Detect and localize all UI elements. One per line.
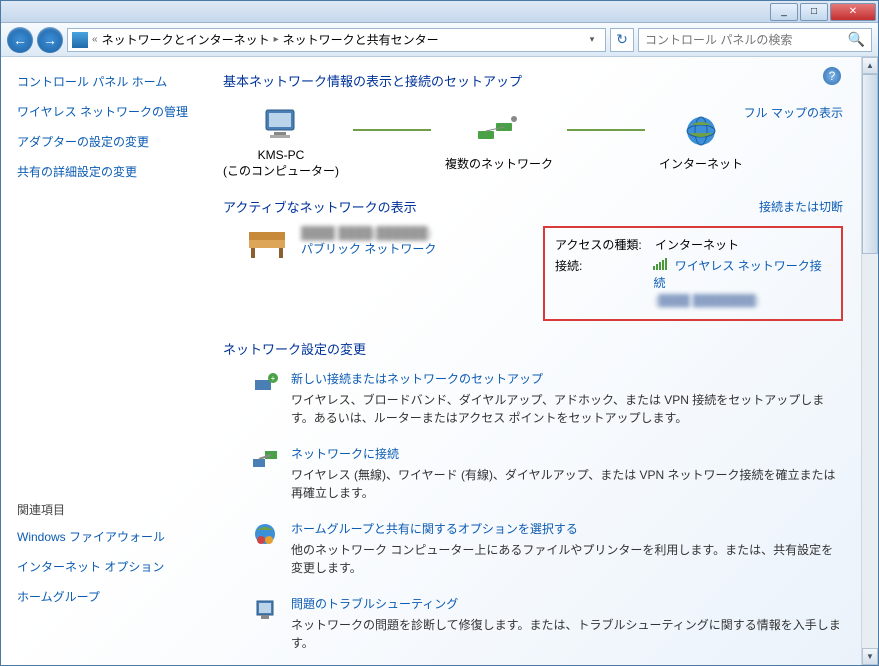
help-icon[interactable]: ? — [823, 67, 841, 85]
public-network-link[interactable]: パブリック ネットワーク — [301, 242, 436, 256]
breadcrumb-prefix: « — [92, 34, 98, 45]
setting-new-connection: + 新しい接続またはネットワークのセットアップ ワイヤレス、ブロードバンド、ダイ… — [251, 370, 843, 427]
search-box[interactable]: 🔍 — [638, 28, 872, 52]
body-area: コントロール パネル ホーム ワイヤレス ネットワークの管理 アダプターの設定の… — [1, 57, 878, 665]
sidebar-home[interactable]: コントロール パネル ホーム — [17, 73, 203, 91]
titlebar: _ □ ✕ — [1, 1, 878, 23]
sidebar-sharing[interactable]: 共有の詳細設定の変更 — [17, 163, 203, 181]
window: _ □ ✕ ← → « ネットワークとインターネット ▸ ネットワークと共有セン… — [0, 0, 879, 666]
access-type-value: インターネット — [655, 236, 739, 253]
search-input[interactable] — [645, 33, 848, 47]
node1-sub: (このコンピューター) — [223, 162, 339, 179]
full-map-link[interactable]: フル マップの表示 — [744, 104, 843, 121]
setting-link[interactable]: 新しい接続またはネットワークのセットアップ — [291, 372, 543, 386]
sidebar-homegroup[interactable]: ホームグループ — [17, 588, 203, 606]
sidebar-firewall[interactable]: Windows ファイアウォール — [17, 528, 203, 546]
settings-list: + 新しい接続またはネットワークのセットアップ ワイヤレス、ブロードバンド、ダイ… — [223, 370, 843, 652]
active-network-row: ████ ████(██████) パブリック ネットワーク アクセスの種類: … — [223, 226, 843, 321]
scroll-track[interactable] — [862, 254, 878, 648]
connector-1 — [353, 129, 431, 131]
ssid-blurred: (████ ████████) — [655, 295, 759, 307]
heading-network-settings: ネットワーク設定の変更 — [223, 339, 843, 358]
new-connection-icon: + — [251, 370, 279, 398]
scroll-down-button[interactable]: ▼ — [862, 648, 878, 665]
setting-link[interactable]: ホームグループと共有に関するオプションを選択する — [291, 522, 578, 536]
connect-network-icon — [251, 445, 279, 473]
networks-icon — [474, 111, 524, 151]
map-node-this-pc[interactable]: KMS-PC (このコンピューター) — [223, 104, 339, 179]
connector-2 — [567, 129, 645, 131]
setting-troubleshoot: 問題のトラブルシューティング ネットワークの問題を診断して修復します。または、ト… — [251, 595, 843, 652]
sidebar: コントロール パネル ホーム ワイヤレス ネットワークの管理 アダプターの設定の… — [1, 57, 213, 665]
wireless-connection-link[interactable]: ワイヤレス ネットワーク接続 — [653, 259, 821, 290]
internet-icon — [676, 111, 726, 151]
breadcrumb-arrow: ▸ — [274, 34, 279, 45]
network-name-blurred: ████ ████(██████) — [301, 226, 436, 240]
scrollbar[interactable]: ▲ ▼ — [861, 57, 878, 665]
node3-name: インターネット — [659, 155, 743, 172]
setting-desc: ワイヤレス (無線)、ワイヤード (有線)、ダイヤルアップ、または VPN ネッ… — [291, 466, 843, 502]
node1-name: KMS-PC — [223, 148, 339, 162]
breadcrumb-current[interactable]: ネットワークと共有センター — [283, 31, 439, 48]
map-node-internet[interactable]: インターネット — [659, 111, 743, 172]
breadcrumb-parent[interactable]: ネットワークとインターネット — [102, 31, 270, 48]
connect-disconnect-link[interactable]: 接続または切断 — [759, 198, 843, 215]
maximize-button[interactable]: □ — [800, 3, 828, 21]
connection-info-box: アクセスの種類: インターネット 接続: ワイヤレス ネットワーク接続 (███… — [543, 226, 843, 321]
main-content: ? 基本ネットワーク情報の表示と接続のセットアップ KMS-PC (このコンピュ… — [213, 57, 861, 665]
close-button[interactable]: ✕ — [830, 3, 876, 21]
setting-desc: ワイヤレス、ブロードバンド、ダイヤルアップ、アドホック、または VPN 接続をセ… — [291, 391, 843, 427]
bench-icon — [243, 226, 291, 262]
connection-label: 接続: — [555, 257, 653, 291]
access-type-label: アクセスの種類: — [555, 236, 655, 253]
signal-icon — [653, 258, 667, 270]
map-node-networks[interactable]: 複数のネットワーク — [445, 111, 553, 172]
navbar: ← → « ネットワークとインターネット ▸ ネットワークと共有センター ▾ ↻… — [1, 23, 878, 57]
forward-button[interactable]: → — [37, 27, 63, 53]
homegroup-icon — [251, 520, 279, 548]
active-network-block: ████ ████(██████) パブリック ネットワーク — [243, 226, 436, 262]
sidebar-adapter[interactable]: アダプターの設定の変更 — [17, 133, 203, 151]
sidebar-inetopt[interactable]: インターネット オプション — [17, 558, 203, 576]
setting-desc: ネットワークの問題を診断して修復します。または、トラブルシューティングに関する情… — [291, 616, 843, 652]
refresh-button[interactable]: ↻ — [610, 28, 634, 52]
back-button[interactable]: ← — [7, 27, 33, 53]
heading-active-networks: アクティブなネットワークの表示 接続または切断 — [223, 197, 843, 216]
heading-basic-info: 基本ネットワーク情報の表示と接続のセットアップ — [223, 71, 843, 90]
control-panel-icon — [72, 32, 88, 48]
svg-text:+: + — [271, 374, 276, 383]
related-header: 関連項目 — [17, 501, 203, 518]
setting-link[interactable]: 問題のトラブルシューティング — [291, 597, 458, 611]
troubleshoot-icon — [251, 595, 279, 623]
setting-connect-network: ネットワークに接続 ワイヤレス (無線)、ワイヤード (有線)、ダイヤルアップ、… — [251, 445, 843, 502]
sidebar-wireless[interactable]: ワイヤレス ネットワークの管理 — [17, 103, 203, 121]
minimize-button[interactable]: _ — [770, 3, 798, 21]
search-icon[interactable]: 🔍 — [848, 31, 865, 48]
setting-link[interactable]: ネットワークに接続 — [291, 447, 399, 461]
breadcrumb[interactable]: « ネットワークとインターネット ▸ ネットワークと共有センター ▾ — [67, 28, 606, 52]
breadcrumb-dropdown-icon[interactable]: ▾ — [583, 34, 601, 45]
node2-name: 複数のネットワーク — [445, 155, 553, 172]
computer-icon — [256, 104, 306, 144]
setting-desc: 他のネットワーク コンピューター上にあるファイルやプリンターを利用します。または… — [291, 541, 843, 577]
scroll-thumb[interactable] — [862, 74, 878, 254]
scroll-up-button[interactable]: ▲ — [862, 57, 878, 74]
network-map: KMS-PC (このコンピューター) 複数のネットワーク — [223, 104, 743, 179]
setting-homegroup: ホームグループと共有に関するオプションを選択する 他のネットワーク コンピュータ… — [251, 520, 843, 577]
